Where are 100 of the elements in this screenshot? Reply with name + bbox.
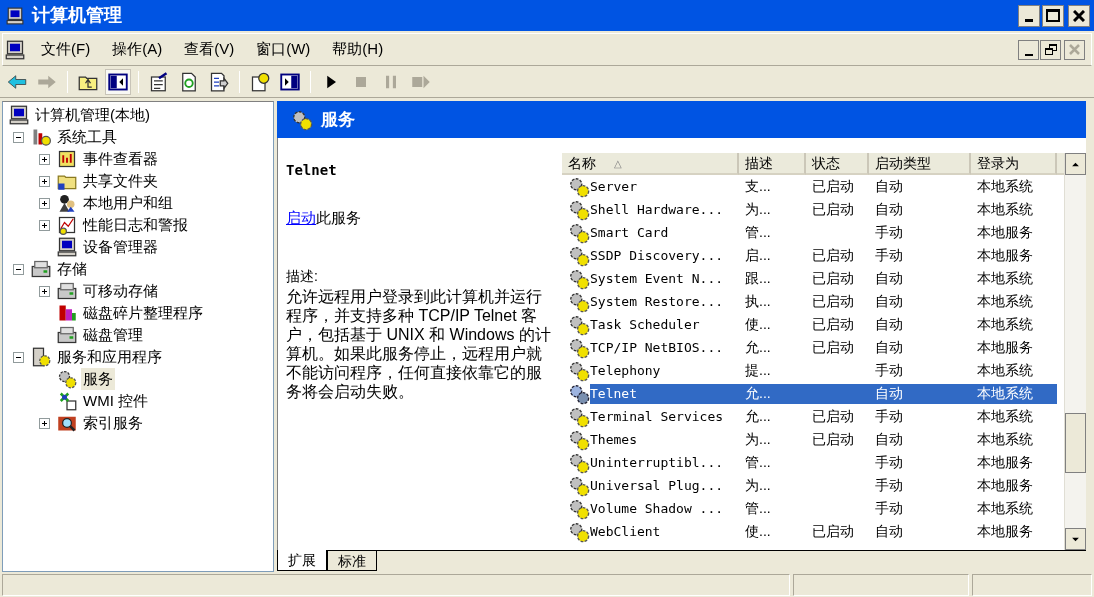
column-header[interactable]: 描述 (739, 153, 806, 175)
column-header[interactable]: 启动类型 (869, 153, 971, 175)
service-name[interactable]: Smart Card (590, 222, 739, 243)
tree-toggle[interactable] (39, 285, 50, 297)
column-header[interactable]: 名称 △ (562, 153, 739, 175)
table-cell-text: 自动 (874, 200, 904, 219)
table-cell-text: 使... (744, 315, 772, 334)
table-cell-text: 为... (744, 476, 772, 495)
scrollbar[interactable] (1064, 153, 1086, 550)
table-cell-text: 已启动 (811, 246, 855, 265)
view-tab[interactable]: 标准 (327, 551, 377, 571)
gears-icon (568, 267, 590, 290)
service-name[interactable]: Uninterruptibl... (590, 452, 739, 473)
maximize-button[interactable] (1042, 4, 1064, 27)
column-header (1057, 153, 1064, 175)
table-cell-text: 自动 (874, 430, 904, 449)
tree-toggle[interactable] (39, 153, 50, 165)
tree-item[interactable]: WMI 控件 (81, 389, 150, 413)
tree-item[interactable]: 存储 (55, 257, 89, 281)
table-cell-text: 手动 (874, 361, 904, 380)
column-header[interactable]: 状态 (806, 153, 869, 175)
restore-button[interactable] (1040, 39, 1061, 60)
tree-item[interactable]: 磁盘管理 (81, 323, 145, 347)
action-pane-icon (280, 71, 300, 92)
scrollbar-thumb[interactable] (1065, 413, 1086, 473)
menu-item[interactable]: 操作(A) (104, 36, 171, 63)
scroll-up-button[interactable] (1065, 153, 1086, 175)
table-cell-text: 已启动 (811, 292, 855, 311)
service-name[interactable]: Telnet (590, 383, 739, 404)
tree-item[interactable]: 服务 (81, 367, 115, 391)
scroll-down-button[interactable] (1065, 528, 1086, 550)
gears-icon (568, 474, 590, 497)
column-label: 登录为 (977, 153, 1019, 173)
service-name[interactable]: TCP/IP NetBIOS... (590, 337, 739, 358)
service-name[interactable]: System Event N... (590, 268, 739, 289)
gears-icon (568, 428, 590, 451)
service-name[interactable]: Task Scheduler (590, 314, 739, 335)
table-cell-text: 自动 (874, 315, 904, 334)
tree-toggle[interactable] (39, 219, 50, 231)
tree-toggle[interactable] (13, 351, 24, 363)
description-label: 描述: (286, 266, 319, 286)
tree-item[interactable]: 设备管理器 (81, 235, 160, 259)
tree-item[interactable]: 事件查看器 (81, 147, 160, 171)
service-name[interactable]: Universal Plug... (590, 475, 739, 496)
column-label: 名称 (568, 153, 596, 173)
table-cell-text: 手动 (874, 246, 904, 265)
service-title: Telnet (286, 161, 338, 180)
help-icon (250, 71, 270, 92)
header-title: 服务 (321, 108, 355, 131)
menu-item[interactable]: 文件(F) (33, 36, 99, 63)
table-cell-text: 管... (744, 453, 772, 472)
minimize-button[interactable] (1018, 4, 1040, 27)
table-cell-text: 管... (744, 223, 772, 242)
table-cell-text: 提... (744, 361, 772, 380)
menu-item[interactable]: 窗口(W) (248, 36, 319, 63)
table-cell-text: 本地系统 (976, 269, 1034, 288)
table-cell-text: 使... (744, 522, 772, 541)
service-name[interactable]: WebClient (590, 521, 739, 542)
column-header[interactable]: 登录为 (971, 153, 1057, 175)
service-name[interactable]: Terminal Services (590, 406, 739, 427)
menu-item[interactable]: 查看(V) (176, 36, 243, 63)
table-cell-text: 已启动 (811, 430, 855, 449)
tree-item[interactable]: 共享文件夹 (81, 169, 160, 193)
service-name[interactable]: Themes (590, 429, 739, 450)
tree-item[interactable]: 索引服务 (81, 411, 145, 435)
table-cell-text: 本地服务 (976, 453, 1034, 472)
toolbar-button[interactable] (105, 68, 131, 95)
service-name[interactable]: Shell Hardware... (590, 199, 739, 220)
tree-toggle[interactable] (13, 131, 24, 143)
tree-item[interactable]: 服务和应用程序 (55, 345, 164, 369)
tree-toggle[interactable] (39, 197, 50, 209)
tree-toggle[interactable] (39, 175, 50, 187)
menu-item[interactable]: 帮助(H) (324, 36, 392, 63)
action-text: 此服务 (316, 208, 361, 228)
close-button[interactable] (1068, 4, 1090, 27)
table-cell-text: 手动 (874, 499, 904, 518)
table-cell-text: 已启动 (811, 407, 855, 426)
tree-item[interactable]: 计算机管理(本地) (33, 103, 152, 127)
service-name[interactable]: System Restore... (590, 291, 739, 312)
service-name[interactable]: SSDP Discovery... (590, 245, 739, 266)
start-link[interactable]: 启动 (286, 207, 316, 230)
minimize-button[interactable] (1018, 39, 1039, 60)
gears-icon (568, 359, 590, 382)
tree-item[interactable]: 系统工具 (55, 125, 119, 149)
service-name[interactable]: Telephony (590, 360, 739, 381)
view-tab[interactable]: 扩展 (277, 550, 327, 571)
tree-item[interactable]: 可移动存储 (81, 279, 160, 303)
table-cell-text: 本地系统 (976, 407, 1034, 426)
service-name[interactable]: Volume Shadow ... (590, 498, 739, 519)
gears-icon (568, 405, 590, 428)
tree-item[interactable]: 本地用户和组 (81, 191, 175, 215)
close-icon (1073, 9, 1085, 22)
tree-item[interactable]: 磁盘碎片整理程序 (81, 301, 205, 325)
tree-toggle[interactable] (39, 417, 50, 429)
tree-toggle[interactable] (13, 263, 24, 275)
service-name[interactable]: Server (590, 176, 739, 197)
table-cell-text: 自动 (874, 338, 904, 357)
table-cell-text: 为... (744, 430, 772, 449)
tree-item[interactable]: 性能日志和警报 (81, 213, 190, 237)
table-cell-text: 本地系统 (976, 315, 1034, 334)
